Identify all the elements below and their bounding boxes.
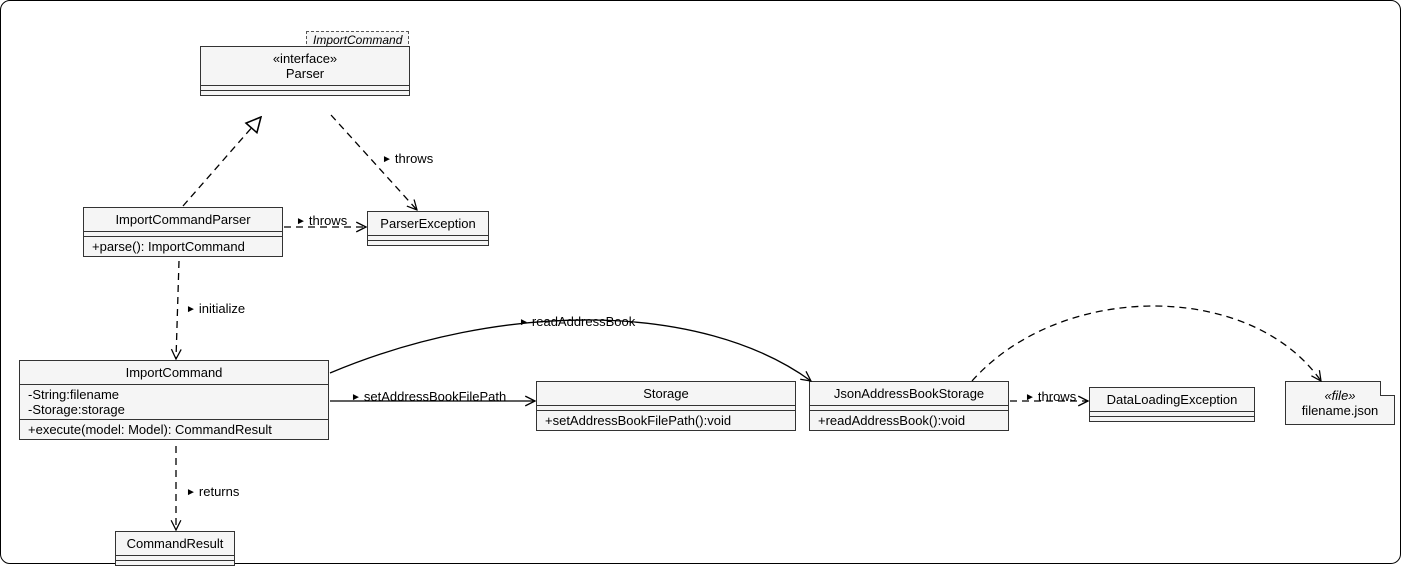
edge-label-throws-json: throws: [1025, 389, 1076, 404]
file-note: «file» filename.json: [1285, 381, 1395, 425]
edge-label-throws-parser: throws: [382, 151, 433, 166]
class-methods: +parse(): ImportCommand: [84, 237, 282, 256]
edge-label-returns: returns: [186, 484, 239, 499]
class-attr: -String:filename: [28, 387, 320, 402]
edge-label-initialize: initialize: [186, 301, 245, 316]
class-storage: Storage +setAddressBookFilePath():void: [536, 381, 796, 431]
edge-label-throws-icp: throws: [296, 213, 347, 228]
class-attr: -Storage:storage: [28, 402, 320, 417]
stereotype: «file»: [1324, 388, 1355, 403]
class-title: «interface» Parser: [201, 47, 409, 86]
class-name: Parser: [211, 66, 399, 81]
class-methods: +setAddressBookFilePath():void: [537, 411, 795, 430]
class-title: Storage: [537, 382, 795, 406]
stereotype: «interface»: [211, 51, 399, 66]
class-methods: [1090, 417, 1254, 421]
class-methods: [201, 91, 409, 95]
class-attrs: -String:filename -Storage:storage: [20, 385, 328, 420]
class-methods: +execute(model: Model): CommandResult: [20, 420, 328, 439]
class-title: ImportCommandParser: [84, 208, 282, 232]
class-title: ParserException: [368, 212, 488, 236]
class-data-loading-exception: DataLoadingException: [1089, 387, 1255, 422]
class-json-address-book-storage: JsonAddressBookStorage +readAddressBook(…: [809, 381, 1009, 431]
class-title: JsonAddressBookStorage: [810, 382, 1008, 406]
diagram-canvas: ImportCommand «interface» Parser ImportC…: [0, 0, 1401, 564]
class-title: CommandResult: [116, 532, 234, 556]
class-import-command: ImportCommand -String:filename -Storage:…: [19, 360, 329, 440]
class-title: ImportCommand: [20, 361, 328, 385]
class-title: DataLoadingException: [1090, 388, 1254, 412]
class-methods: +readAddressBook():void: [810, 411, 1008, 430]
class-methods: [116, 561, 234, 565]
class-import-command-parser: ImportCommandParser +parse(): ImportComm…: [83, 207, 283, 257]
note-fold-icon: [1380, 381, 1395, 396]
file-name: filename.json: [1302, 403, 1379, 418]
edge-label-readaddressbook: readAddressBook: [519, 314, 635, 329]
class-parser-interface: «interface» Parser: [200, 46, 410, 96]
class-command-result: CommandResult: [115, 531, 235, 566]
edge-label-setaddressbookfilepath: setAddressBookFilePath: [351, 389, 506, 404]
class-parser-exception: ParserException: [367, 211, 489, 246]
class-methods: [368, 241, 488, 245]
